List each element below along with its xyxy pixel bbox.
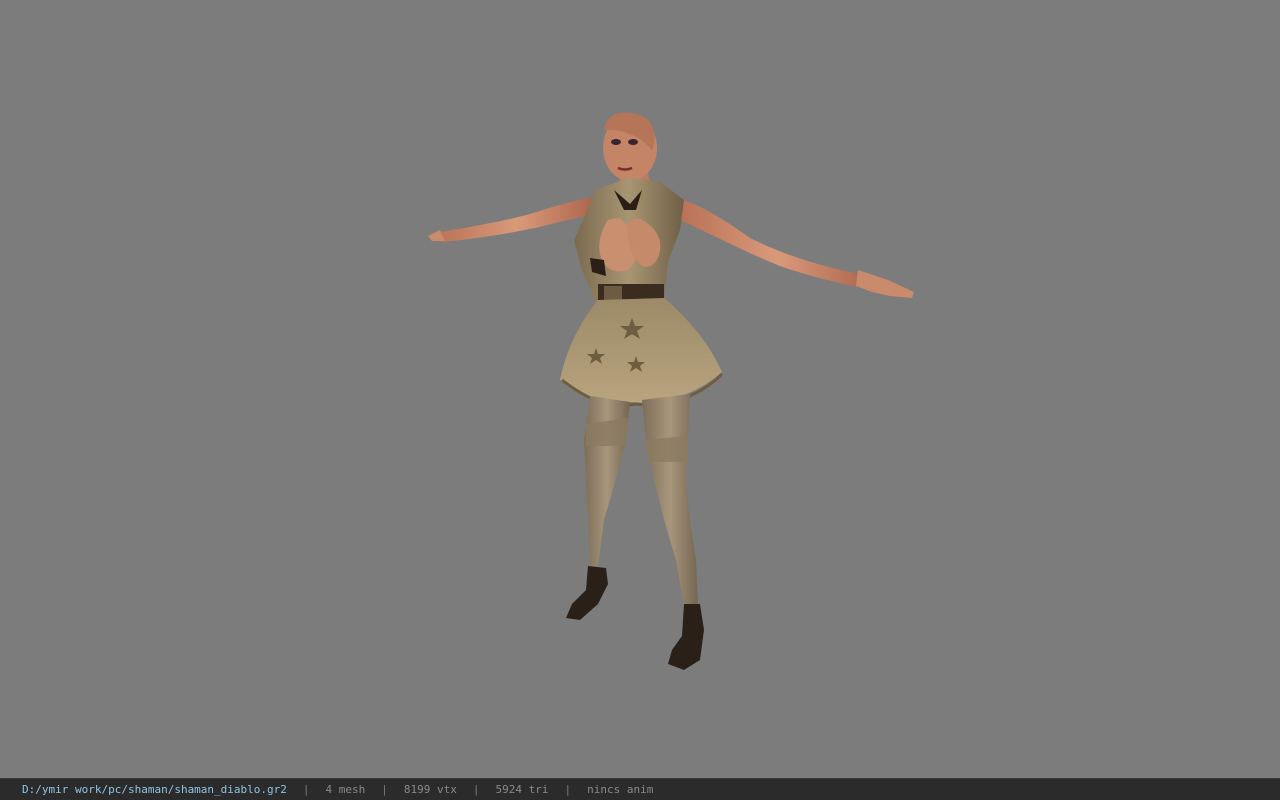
head: [603, 112, 657, 181]
separator: |: [381, 783, 388, 796]
triangle-count: 5924 tri: [495, 783, 549, 796]
3d-viewport[interactable]: [0, 0, 1280, 778]
left-arm: [428, 196, 602, 242]
left-leg: [566, 396, 630, 620]
skirt: [560, 298, 724, 408]
separator: |: [472, 783, 480, 796]
separator: |: [564, 783, 572, 796]
vertex-count: 8199 vtx: [403, 783, 457, 796]
right-arm: [676, 198, 914, 298]
character-model[interactable]: [0, 0, 1280, 778]
status-bar: D:/ymir work/pc/shaman/shaman_diablo.gr2…: [0, 778, 1280, 800]
file-path: D:/ymir work/pc/shaman/shaman_diablo.gr2: [22, 783, 287, 796]
right-leg: [642, 394, 704, 670]
separator: |: [302, 783, 310, 796]
animation-status: nincs anim: [587, 783, 654, 796]
mesh-count: 4 mesh: [325, 783, 366, 796]
